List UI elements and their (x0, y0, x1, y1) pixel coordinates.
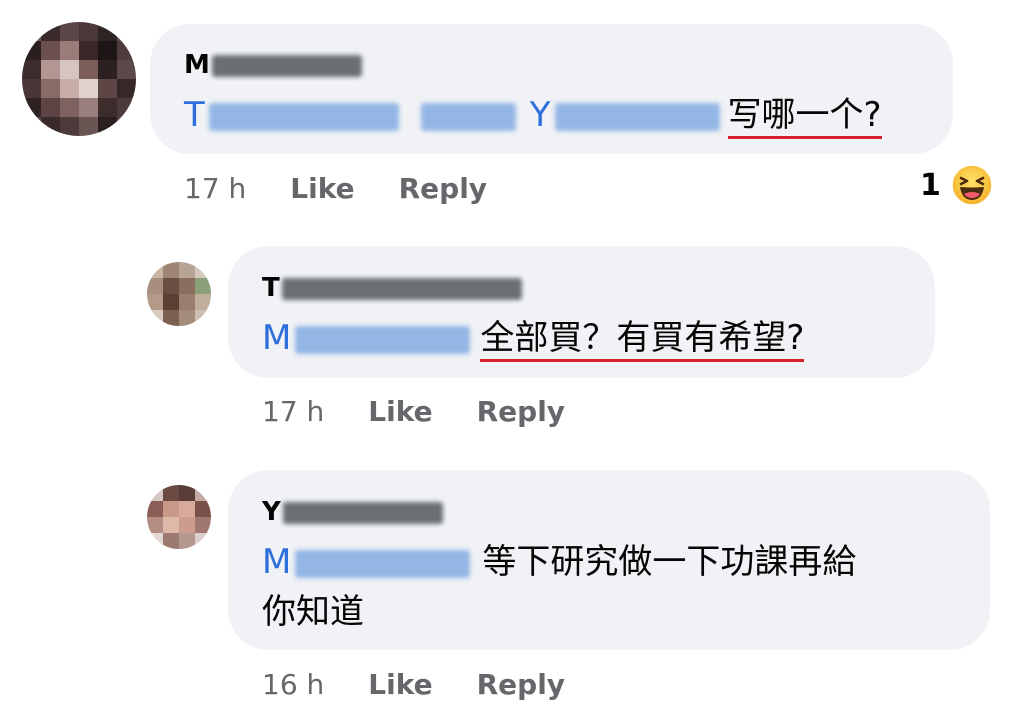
like-button[interactable]: Like (290, 172, 354, 205)
comment-author[interactable]: T (262, 273, 522, 303)
comment-time[interactable]: 16 h (262, 668, 324, 701)
comment-author[interactable]: M (184, 50, 362, 80)
author-name-blurred (281, 277, 522, 300)
comment-body: 等下研究做一下功課再給 (482, 542, 857, 582)
reaction-summary[interactable]: 1 (920, 164, 993, 206)
reaction-count: 1 (920, 167, 941, 203)
reply-button[interactable]: Reply (477, 668, 565, 701)
mention-link[interactable]: M (262, 542, 482, 582)
like-button[interactable]: Like (368, 668, 432, 701)
comment-text: T Y 写哪一个? (184, 93, 882, 139)
mention-link[interactable]: Y (530, 95, 728, 135)
author-name-visible: Y (262, 497, 281, 527)
reply-button[interactable]: Reply (477, 395, 565, 428)
comment-text: M 全部買？有買有希望? (262, 316, 805, 362)
reply-button[interactable]: Reply (399, 172, 487, 205)
avatar[interactable] (147, 485, 211, 549)
comment-time[interactable]: 17 h (184, 172, 246, 205)
comment-author[interactable]: Y (262, 497, 443, 527)
comment-time[interactable]: 17 h (262, 395, 324, 428)
author-name-blurred (282, 501, 443, 524)
laughing-emoji-icon (951, 164, 993, 206)
comment-meta: 17 h Like Reply (184, 172, 487, 206)
author-name-blurred (211, 54, 362, 77)
avatar[interactable] (22, 22, 136, 136)
comment-text-continued: 你知道 (262, 592, 364, 632)
author-name-visible: T (262, 273, 280, 303)
comment-body: 全部買？有買有希望? (480, 318, 805, 362)
comment-meta: 16 h Like Reply (262, 668, 565, 702)
like-button[interactable]: Like (368, 395, 432, 428)
comment-meta: 17 h Like Reply (262, 395, 565, 429)
comment-text: M 等下研究做一下功課再給 (262, 540, 856, 584)
avatar[interactable] (147, 262, 211, 326)
mention-link[interactable]: T (184, 95, 530, 135)
comment-body: 写哪一个? (727, 95, 882, 139)
mention-link[interactable]: M (262, 318, 480, 358)
author-name-visible: M (184, 50, 210, 80)
